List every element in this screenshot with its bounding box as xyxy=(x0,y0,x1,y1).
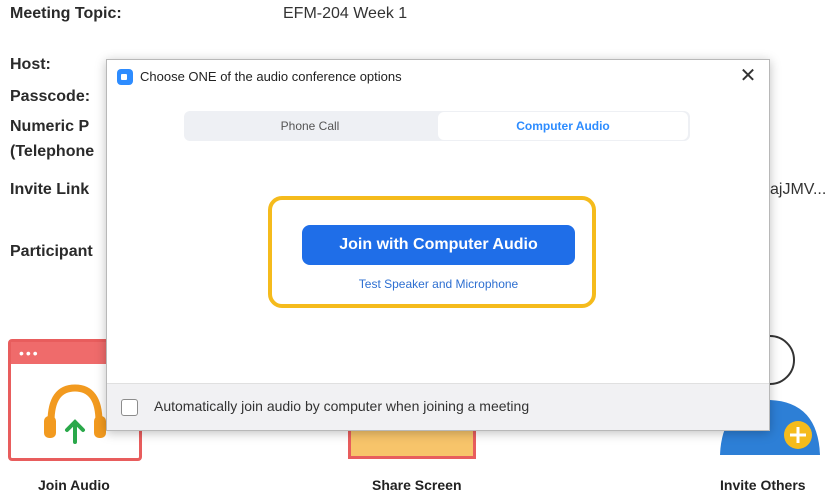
passcode-label: Passcode: xyxy=(10,88,91,105)
invite-link-value: ajJMV... xyxy=(770,181,827,198)
host-label: Host: xyxy=(10,56,51,73)
tab-computer-audio[interactable]: Computer Audio xyxy=(438,112,688,140)
auto-join-audio-label[interactable]: Automatically join audio by computer whe… xyxy=(154,398,529,414)
meeting-topic-label: Meeting Topic: xyxy=(10,5,122,22)
join-computer-audio-button[interactable]: Join with Computer Audio xyxy=(302,225,575,265)
close-button[interactable]: ✕ xyxy=(737,65,759,87)
meeting-topic-value: EFM-204 Week 1 xyxy=(283,5,408,22)
join-audio-label: Join Audio xyxy=(38,477,110,493)
numeric-passcode-label-line2: (Telephone xyxy=(10,143,95,160)
invite-link-label: Invite Link xyxy=(10,181,90,198)
test-speaker-microphone-link[interactable]: Test Speaker and Microphone xyxy=(302,277,575,291)
auto-join-audio-checkbox[interactable] xyxy=(121,399,138,416)
share-screen-label: Share Screen xyxy=(372,477,462,493)
invite-others-label: Invite Others xyxy=(720,477,806,493)
numeric-passcode-label: Numeric P xyxy=(10,118,90,135)
audio-tabs: Phone Call Computer Audio xyxy=(184,111,690,141)
dialog-titlebar: Choose ONE of the audio conference optio… xyxy=(107,60,769,94)
dialog-title: Choose ONE of the audio conference optio… xyxy=(140,69,402,84)
tab-phone-call[interactable]: Phone Call xyxy=(184,111,436,141)
participants-label: Participant xyxy=(10,243,93,260)
zoom-logo-icon xyxy=(117,69,133,85)
dialog-footer: Automatically join audio by computer whe… xyxy=(107,383,769,430)
audio-options-dialog: Choose ONE of the audio conference optio… xyxy=(106,59,770,431)
